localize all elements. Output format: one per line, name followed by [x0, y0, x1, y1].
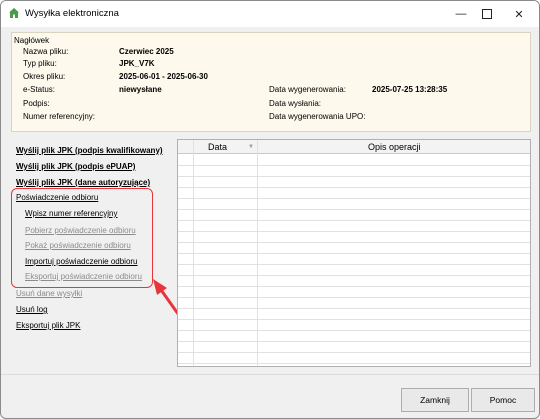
- column-header-date[interactable]: Data: [208, 142, 227, 152]
- title-bar: Wysyłka elektroniczna — ✕: [1, 1, 539, 27]
- export-confirmation-link[interactable]: Eksportuj poświadczenie odbioru: [25, 272, 142, 281]
- e-status-label: e-Status:: [23, 85, 56, 94]
- sent-date-label: Data wysłania:: [269, 99, 322, 108]
- column-header-description[interactable]: Opis operacji: [368, 142, 421, 152]
- maximize-icon[interactable]: [475, 4, 499, 24]
- confirmation-link[interactable]: Poświadczenie odbioru: [16, 193, 98, 202]
- bottom-separator: [1, 374, 539, 375]
- close-icon[interactable]: ✕: [507, 4, 531, 24]
- minimize-icon[interactable]: —: [449, 4, 473, 24]
- enter-reference-link[interactable]: Wpisz numer referencyjny: [25, 209, 117, 218]
- signature-label: Podpis:: [23, 99, 50, 108]
- log-table-header: Data ▼ Opis operacji: [178, 140, 530, 154]
- send-qualified-link[interactable]: Wyślij plik JPK (podpis kwalifikowany): [16, 146, 163, 155]
- file-name-value: Czerwiec 2025: [119, 47, 174, 56]
- house-icon: [9, 8, 19, 18]
- import-confirmation-link[interactable]: Importuj poświadczenie odbioru: [25, 257, 138, 266]
- delete-send-data-link[interactable]: Usuń dane wysyłki: [16, 289, 82, 298]
- header-group-label: Nagłówek: [14, 36, 50, 45]
- window-title: Wysyłka elektroniczna: [25, 8, 119, 19]
- log-table[interactable]: Data ▼ Opis operacji: [177, 139, 531, 367]
- generated-date-label: Data wygenerowania:: [269, 85, 346, 94]
- e-status-value: niewysłane: [119, 85, 162, 94]
- file-type-label: Typ pliku:: [23, 59, 57, 68]
- dialog-window: Wysyłka elektroniczna — ✕ Nagłówek Nazwa…: [0, 0, 540, 419]
- get-confirmation-link[interactable]: Pobierz poświadczenie odbioru: [25, 226, 136, 235]
- send-auth-link[interactable]: Wyślij plik JPK (dane autoryzujące): [16, 178, 150, 187]
- table-row[interactable]: [178, 352, 530, 364]
- send-epuap-link[interactable]: Wyślij plik JPK (podpis ePUAP): [16, 162, 135, 171]
- help-button[interactable]: Pomoc: [471, 388, 535, 412]
- delete-log-link[interactable]: Usuń log: [16, 305, 48, 314]
- file-period-label: Okres pliku:: [23, 72, 66, 81]
- upo-date-label: Data wygenerowania UPO:: [269, 112, 366, 121]
- generated-date-value: 2025-07-25 13:28:35: [372, 85, 448, 94]
- sort-icon: ▼: [248, 144, 254, 150]
- export-jpk-link[interactable]: Eksportuj plik JPK: [16, 321, 80, 330]
- show-confirmation-link[interactable]: Pokaż poświadczenie odbioru: [25, 241, 131, 250]
- file-name-label: Nazwa pliku:: [23, 47, 69, 56]
- file-period-value: 2025-06-01 - 2025-06-30: [119, 72, 208, 81]
- close-button[interactable]: Zamknij: [401, 388, 469, 412]
- file-type-value: JPK_V7K: [119, 59, 155, 68]
- reference-number-label: Numer referencyjny:: [23, 112, 96, 121]
